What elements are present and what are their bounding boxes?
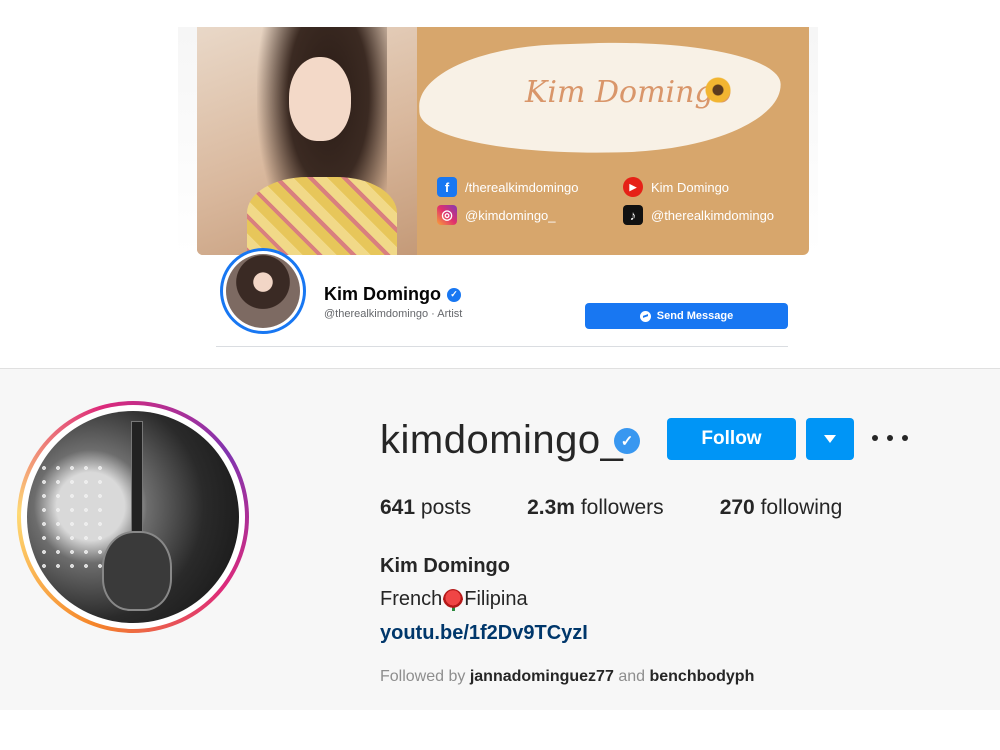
verified-badge-icon: ✓ <box>447 287 461 302</box>
mutual-follower-1: jannadominguez77 <box>469 668 614 685</box>
sunflower-icon <box>705 77 731 103</box>
cover-signature: Kim Domingo <box>525 75 732 110</box>
page: Kim Domingo f /therealkimdomingo ▶ Kim D… <box>0 0 1000 750</box>
posts-stat: 641 posts <box>380 496 471 520</box>
posts-count: 641 <box>380 496 416 519</box>
chevron-down-icon <box>824 435 836 443</box>
profile-stats: 641 posts 2.3m followers 270 following <box>380 496 898 520</box>
mutual-follower-2: benchbodyph <box>649 668 755 685</box>
avatar-photo <box>226 254 300 328</box>
page-name-text: Kim Domingo <box>324 284 441 304</box>
profile-bio: French Filipina <box>380 588 528 611</box>
rose-icon <box>443 588 464 611</box>
cover-tiktok-handle: ♪ @therealkimdomingo <box>623 205 774 225</box>
facebook-icon: f <box>437 177 457 197</box>
youtube-handle-text: Kim Domingo <box>651 179 730 195</box>
cover-youtube-handle: ▶ Kim Domingo <box>623 177 729 197</box>
portrait-face <box>289 57 351 141</box>
profile-full-name: Kim Domingo <box>380 555 510 577</box>
bio-text-end: Filipina <box>464 588 528 610</box>
guitar-neck <box>131 421 143 541</box>
more-options-button[interactable] <box>872 428 908 448</box>
tiktok-handle-text: @therealkimdomingo <box>651 207 775 223</box>
more-icon-dot <box>887 435 893 441</box>
instagram-avatar <box>27 411 239 623</box>
youtube-icon: ▶ <box>623 177 643 197</box>
followed-by-and: and <box>618 668 646 685</box>
more-icon-dot <box>902 435 908 441</box>
followers-stat[interactable]: 2.3m followers <box>527 496 664 520</box>
page-bottom-margin <box>0 710 1000 750</box>
flowers-decor <box>37 461 107 571</box>
tiktok-icon: ♪ <box>623 205 643 225</box>
cover-portrait <box>197 27 417 255</box>
divider <box>216 346 788 347</box>
following-stat[interactable]: 270 following <box>720 496 843 520</box>
followed-by[interactable]: Followed by jannadominguez77 and benchbo… <box>380 668 754 686</box>
verified-badge-icon: ✓ <box>614 428 640 454</box>
following-label: following <box>760 496 843 519</box>
following-count: 270 <box>719 496 755 519</box>
portrait-dress <box>247 177 397 255</box>
followers-label: followers <box>580 496 664 519</box>
bio-text-start: French <box>380 588 443 610</box>
cover-facebook-handle: f /therealkimdomingo <box>437 177 578 197</box>
cover-photo[interactable]: Kim Domingo f /therealkimdomingo ▶ Kim D… <box>197 27 809 255</box>
followed-by-prefix: Followed by <box>380 668 466 685</box>
followers-count: 2.3m <box>527 496 575 519</box>
suggested-accounts-dropdown[interactable] <box>806 418 854 460</box>
messenger-icon <box>639 310 651 322</box>
instagram-username: kimdomingo_ <box>380 418 624 462</box>
cover-instagram-handle: ◎ @kimdomingo_ <box>437 205 556 225</box>
more-icon-dot <box>872 435 878 441</box>
instagram-handle-text: @kimdomingo_ <box>465 207 556 223</box>
facebook-handle-text: /therealkimdomingo <box>465 179 579 195</box>
follow-button[interactable]: Follow <box>667 418 796 460</box>
facebook-page-name[interactable]: Kim Domingo ✓ <box>324 284 461 305</box>
instagram-icon: ◎ <box>437 205 457 225</box>
guitar-icon <box>102 531 172 611</box>
facebook-profile-avatar[interactable] <box>220 248 306 334</box>
avatar-gap <box>21 405 245 629</box>
facebook-page-header: Kim Domingo f /therealkimdomingo ▶ Kim D… <box>0 0 1000 368</box>
facebook-page-subtitle: @therealkimdomingo · Artist <box>324 308 463 320</box>
profile-link[interactable]: youtu.be/1f2Dv9TCyzI <box>380 622 588 645</box>
instagram-story-ring[interactable] <box>17 401 249 633</box>
posts-label: posts <box>420 496 472 519</box>
send-message-label: Send Message <box>656 310 734 322</box>
send-message-button[interactable]: Send Message <box>585 303 788 329</box>
